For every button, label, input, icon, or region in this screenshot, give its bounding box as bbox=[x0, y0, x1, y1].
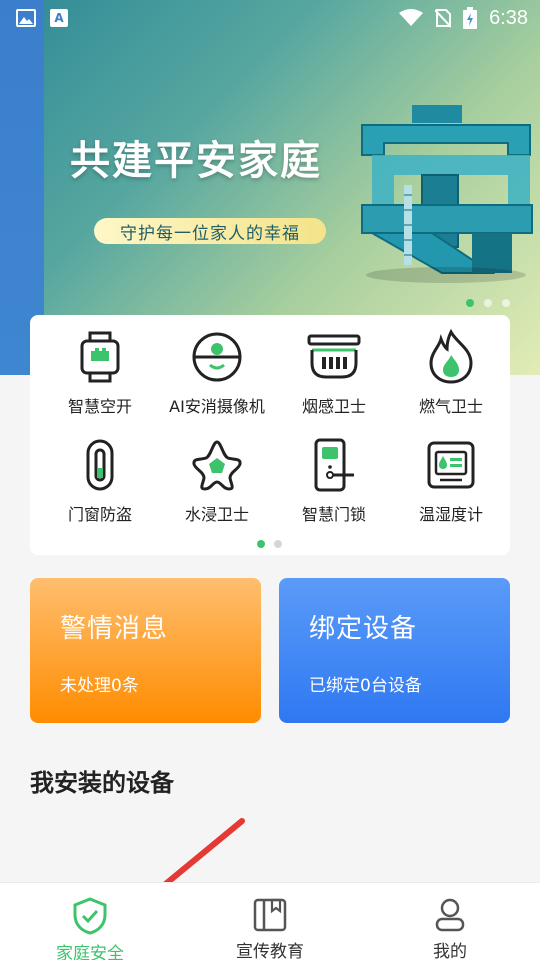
grid-item-label: 水浸卫士 bbox=[184, 505, 249, 524]
grid-item-label: 燃气卫士 bbox=[418, 397, 483, 416]
grid-dot-active bbox=[257, 540, 265, 548]
nav-tab-label: 宣传教育 bbox=[236, 942, 304, 960]
smart-breaker-icon bbox=[80, 331, 120, 383]
smoke-detector-icon bbox=[307, 334, 361, 379]
bottom-nav: 家庭安全 宣传教育 我的 bbox=[0, 882, 540, 960]
nav-tab-label: 家庭安全 bbox=[56, 944, 124, 960]
grid-item-label: 温湿度计 bbox=[418, 505, 483, 524]
camera-icon bbox=[192, 332, 242, 382]
nav-tab-profile[interactable]: 我的 bbox=[390, 897, 510, 960]
water-leak-icon bbox=[192, 440, 242, 491]
thermo-hygrometer-icon bbox=[427, 441, 475, 489]
banner-house-art bbox=[361, 105, 533, 283]
a-icon: A bbox=[50, 9, 68, 27]
grid-item-label: 智慧门锁 bbox=[301, 505, 366, 524]
banner-title: 共建平安家庭 bbox=[70, 138, 322, 184]
grid-item-label: AI安消摄像机 bbox=[169, 397, 265, 416]
battery-charging-icon bbox=[463, 7, 478, 29]
grid-item-label: 智慧空开 bbox=[67, 397, 132, 416]
banner-subtitle: 守护每一位家人的幸福 bbox=[94, 218, 326, 244]
wifi-icon bbox=[399, 9, 424, 26]
nav-tab-home-security[interactable]: 家庭安全 bbox=[30, 897, 150, 960]
grid-item-ai-camera[interactable]: AI安消摄像机 bbox=[157, 329, 277, 417]
grid-item-label: 门窗防盗 bbox=[67, 505, 132, 524]
alert-messages-card[interactable]: 警情消息 未处理0条 bbox=[30, 578, 261, 723]
grid-item-smart-breaker[interactable]: 智慧空开 bbox=[40, 329, 160, 417]
my-devices-title: 我安装的设备 bbox=[30, 769, 174, 797]
nav-tab-education[interactable]: 宣传教育 bbox=[210, 897, 330, 960]
bind-card-title: 绑定设备 bbox=[309, 614, 418, 644]
no-sim-icon bbox=[435, 9, 452, 28]
alert-card-title: 警情消息 bbox=[60, 614, 169, 644]
grid-item-door-window[interactable]: 门窗防盗 bbox=[40, 437, 160, 525]
svg-text:A: A bbox=[54, 11, 64, 25]
gas-flame-icon bbox=[429, 329, 473, 384]
status-time: 6:38 bbox=[489, 6, 528, 29]
grid-item-smart-lock[interactable]: 智慧门锁 bbox=[274, 437, 394, 525]
bind-device-card[interactable]: 绑定设备 已绑定0台设备 bbox=[279, 578, 510, 723]
grid-item-label: 烟感卫士 bbox=[301, 397, 366, 416]
banner-dot bbox=[484, 299, 492, 307]
banner-pagination bbox=[466, 299, 510, 307]
device-type-grid: 智慧空开 AI安消摄像机 烟感卫士 燃气卫士 门窗防盗 水浸卫士 智慧门锁 温湿… bbox=[30, 315, 510, 555]
grid-item-thermo-hygrometer[interactable]: 温湿度计 bbox=[391, 437, 511, 525]
grid-item-smoke-detector[interactable]: 烟感卫士 bbox=[274, 329, 394, 417]
status-bar: A 6:38 bbox=[0, 0, 540, 36]
grid-dot bbox=[274, 540, 282, 548]
book-icon bbox=[253, 898, 287, 932]
banner-dot bbox=[502, 299, 510, 307]
grid-pagination bbox=[257, 540, 282, 548]
door-sensor-icon bbox=[86, 439, 114, 491]
shield-check-icon bbox=[73, 897, 107, 935]
user-icon bbox=[435, 898, 465, 932]
bind-card-subtitle: 已绑定0台设备 bbox=[309, 676, 422, 696]
image-icon bbox=[16, 9, 36, 27]
smart-lock-icon bbox=[314, 438, 354, 492]
banner-dot-active bbox=[466, 299, 474, 307]
grid-item-water-leak[interactable]: 水浸卫士 bbox=[157, 437, 277, 525]
alert-card-subtitle: 未处理0条 bbox=[60, 676, 139, 696]
nav-tab-label: 我的 bbox=[433, 942, 467, 960]
grid-item-gas-guard[interactable]: 燃气卫士 bbox=[391, 329, 511, 417]
